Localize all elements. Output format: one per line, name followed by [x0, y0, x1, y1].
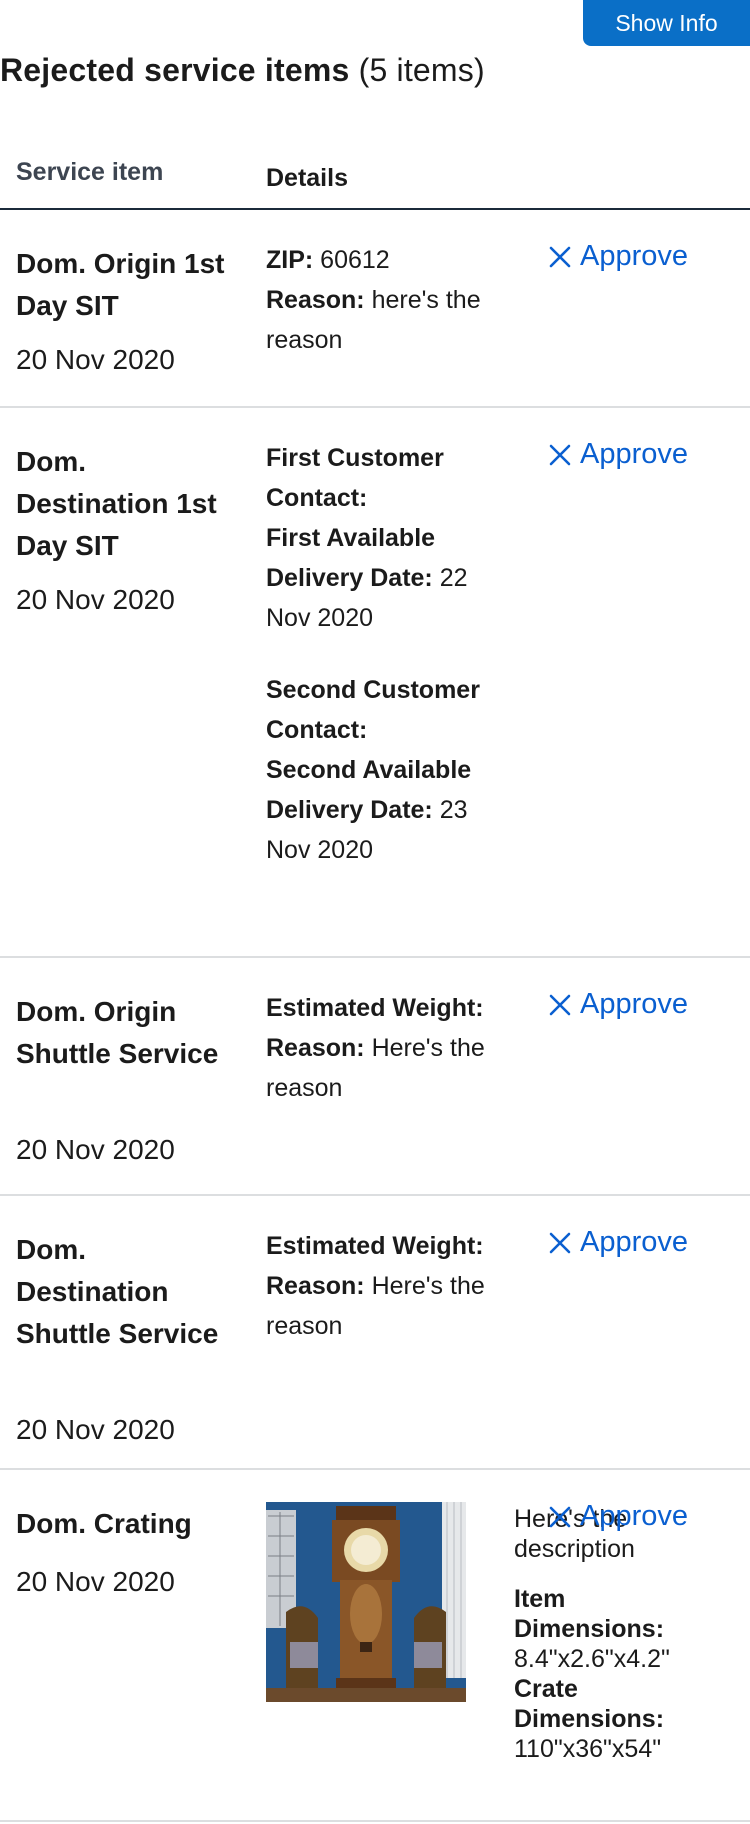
item-dimensions-label: Item Dimensions: [514, 1585, 665, 1643]
approve-label: Approve [580, 438, 689, 470]
table-row: Dom. Destination 1st Day SIT 20 Nov 2020… [0, 408, 750, 958]
close-x-icon [549, 1232, 571, 1253]
table-row: Dom. Origin Shuttle Service 20 Nov 2020 … [0, 958, 750, 1196]
grandfather-clock-image [266, 1502, 466, 1702]
second-contact-label: Second Customer Contact: [266, 676, 480, 744]
first-delivery-label: First Available Delivery Date: [266, 524, 436, 592]
zip-label: ZIP: [266, 246, 314, 274]
crate-dimensions-label: Crate Dimensions: [514, 1675, 665, 1733]
estimated-weight-label: Estimated Weight: [266, 1232, 484, 1260]
approve-button[interactable]: Approve [548, 438, 688, 471]
item-count: (5 items) [358, 52, 485, 88]
approve-button[interactable]: Approve [548, 988, 688, 1021]
service-item-date: 20 Nov 2020 [16, 584, 175, 615]
reason-label: Reason: [266, 1272, 365, 1300]
close-x-icon [549, 246, 571, 267]
table-row: Dom. Origin 1st Day SIT 20 Nov 2020 ZIP:… [0, 210, 750, 408]
service-item-name: Dom. Crating [16, 1508, 192, 1539]
close-x-icon [549, 444, 571, 465]
service-item-details: First Customer Contact: First Available … [266, 438, 496, 870]
approve-button[interactable]: Approve [548, 1500, 688, 1533]
approve-button[interactable]: Approve [548, 240, 688, 273]
service-item-name: Dom. Origin 1st Day SIT [16, 248, 225, 321]
service-item-name: Dom. Destination Shuttle Service [16, 1234, 219, 1349]
service-item-date: 20 Nov 2020 [16, 1566, 175, 1597]
column-header-service-item: Service item [16, 158, 164, 186]
zip-value: 60612 [320, 246, 390, 274]
table-row: Dom. Crating 20 Nov 2020 Here's the desc [0, 1470, 750, 1822]
reason-label: Reason: [266, 286, 365, 314]
approve-label: Approve [580, 1226, 689, 1258]
column-header-details: Details [266, 164, 348, 192]
close-x-icon [549, 994, 571, 1015]
service-item-name: Dom. Origin Shuttle Service [16, 996, 219, 1069]
service-item-name: Dom. Destination 1st Day SIT [16, 446, 217, 561]
service-item-details: Estimated Weight: Reason: Here's the rea… [266, 1226, 496, 1346]
table-row: Dom. Destination Shuttle Service 20 Nov … [0, 1196, 750, 1470]
approve-button[interactable]: Approve [548, 1226, 688, 1259]
service-item-date: 20 Nov 2020 [16, 344, 175, 375]
item-dimensions-value: 8.4"x2.6"x4.2" [514, 1645, 670, 1673]
crate-dimensions-value: 110"x36"x54" [514, 1735, 662, 1763]
service-item-details: Estimated Weight: Reason: Here's the rea… [266, 988, 496, 1108]
crating-details: Here's the description Item Dimensions: … [514, 1504, 714, 1764]
approve-label: Approve [580, 240, 689, 272]
table-header: Service item Details [0, 150, 750, 210]
estimated-weight-label: Estimated Weight: [266, 994, 484, 1022]
reason-label: Reason: [266, 1034, 365, 1062]
section-title-text: Rejected service items [0, 52, 350, 88]
service-item-date: 20 Nov 2020 [16, 1134, 175, 1165]
approve-label: Approve [580, 988, 689, 1020]
close-x-icon [549, 1506, 571, 1527]
section-title: Rejected service items (5 items) [0, 52, 485, 89]
approve-label: Approve [580, 1500, 689, 1532]
crating-item-photo [266, 1502, 466, 1702]
service-item-details: ZIP: 60612 Reason: here's the reason [266, 240, 496, 360]
show-info-button[interactable]: Show Info [583, 0, 750, 46]
first-contact-label: First Customer Contact: [266, 444, 444, 512]
service-item-date: 20 Nov 2020 [16, 1414, 175, 1445]
